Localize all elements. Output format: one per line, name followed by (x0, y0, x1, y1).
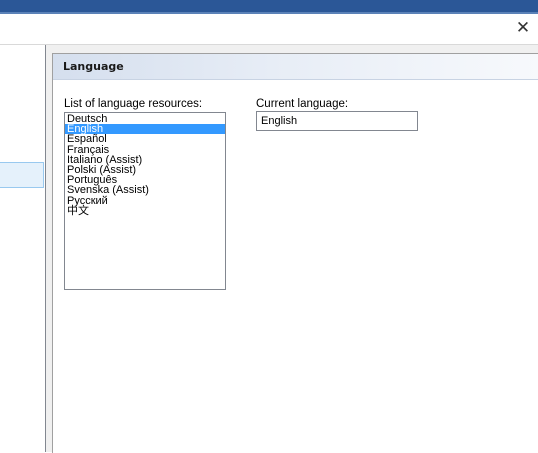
category-pane (0, 45, 46, 452)
language-list-label: List of language resources: (64, 98, 203, 110)
panel-header: Language (53, 54, 538, 80)
close-button[interactable]: ✕ (512, 17, 534, 39)
language-list-item[interactable]: Русский (65, 195, 225, 206)
dialog-body: Language List of language resources: Cur… (0, 45, 538, 453)
close-icon: ✕ (515, 18, 531, 38)
current-language-field: English (256, 111, 418, 131)
category-item-selected[interactable] (0, 162, 44, 188)
close-bar: ✕ (0, 14, 538, 45)
panel-title: Language (63, 60, 124, 73)
language-list-item[interactable]: 中文 (65, 205, 225, 216)
window-titlebar (0, 0, 538, 12)
language-panel: Language List of language resources: Cur… (52, 53, 538, 453)
language-listbox[interactable]: Deutsch English Español Français Italiano (A… (64, 112, 226, 290)
current-language-label: Current language: (256, 98, 349, 110)
language-list-item[interactable]: Svenska (Assist) (65, 185, 225, 196)
